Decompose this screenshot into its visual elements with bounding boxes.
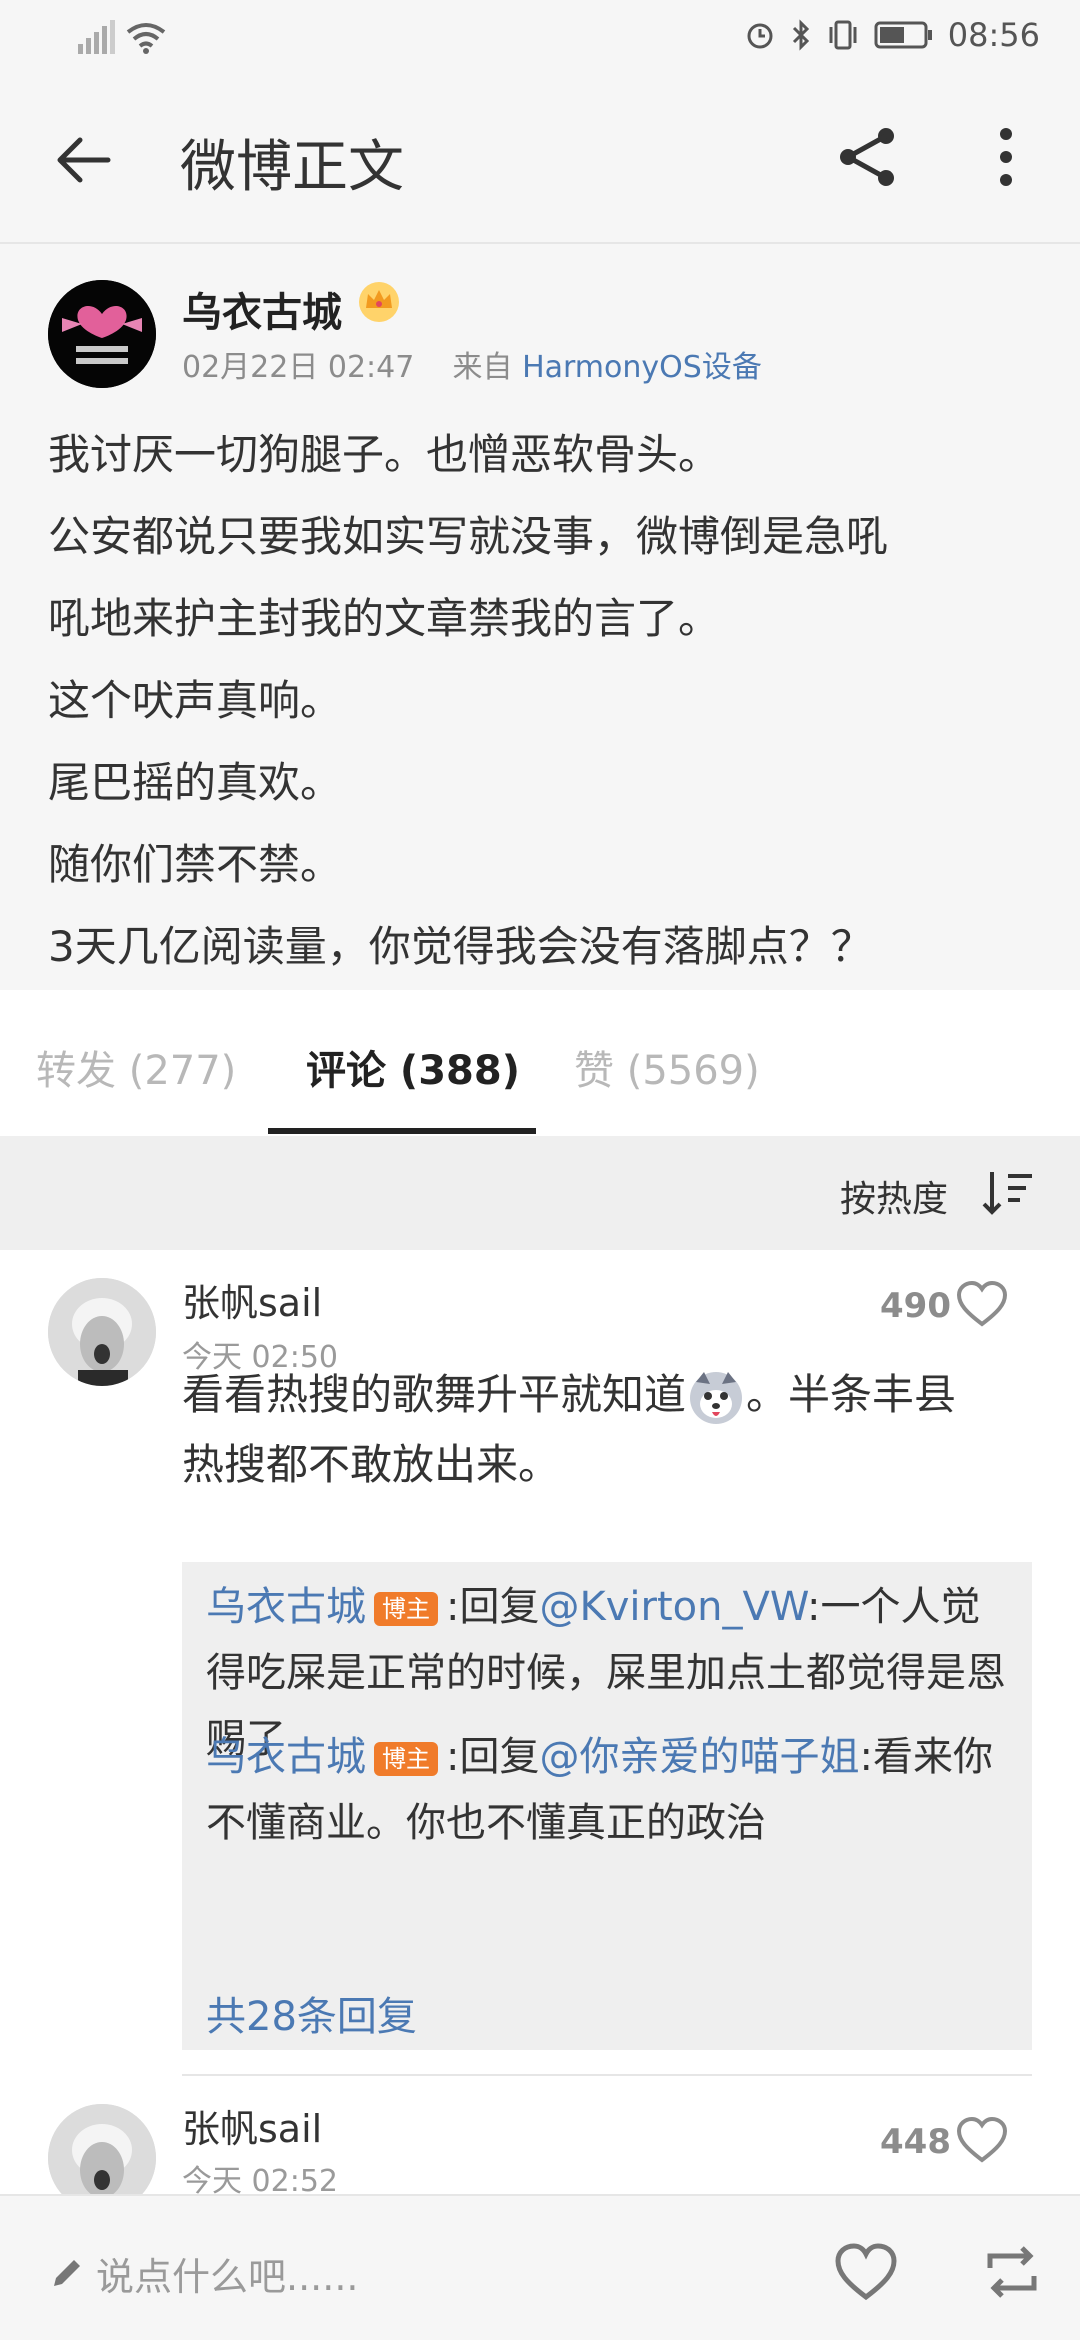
author-name[interactable]: 乌衣古城 bbox=[182, 280, 342, 338]
post-line: 3天几亿阅读量，你觉得我会没有落脚点？？ bbox=[48, 922, 873, 971]
repost-icon[interactable] bbox=[984, 2242, 1040, 2302]
bluetooth-icon bbox=[792, 19, 809, 51]
heart-icon[interactable] bbox=[956, 2116, 1008, 2164]
post-line: 公安都说只要我如实写就没事，微博倒是急吼 bbox=[48, 512, 889, 561]
tab-comments[interactable]: 评论 (388) bbox=[306, 1038, 520, 1096]
reply-author[interactable]: 乌衣古城 bbox=[206, 1584, 366, 1630]
reply-prefix: :回复 bbox=[446, 1584, 540, 1630]
reply-item: 乌衣古城 博主:回复@你亲爱的喵子姐:看来你不懂商业。你也不懂真正的政治 bbox=[206, 1724, 1006, 1856]
comment-input[interactable]: 说点什么吧...... bbox=[96, 2246, 358, 2301]
comment-text-part: 热搜都不敢放出来。 bbox=[182, 1440, 561, 1489]
comment-text-part: 看看热搜的歌舞升平就知道 bbox=[182, 1370, 687, 1419]
post-card: 乌衣古城 02月22日 02:47 来自 HarmonyOS设备 我讨厌一切狗腿… bbox=[0, 244, 1080, 990]
comment-divider bbox=[182, 2074, 1032, 2076]
pencil-icon bbox=[54, 2260, 80, 2286]
sort-bar: 按热度 bbox=[0, 1136, 1080, 1250]
reply-mention[interactable]: @Kvirton_VW bbox=[539, 1584, 807, 1630]
tab-reposts[interactable]: 转发 (277) bbox=[36, 1038, 236, 1096]
app-header: 微博正文 bbox=[0, 76, 1080, 244]
post-date: 02月22日 02:47 bbox=[182, 350, 415, 385]
bottom-action-bar: 说点什么吧...... bbox=[0, 2194, 1080, 2340]
post-line: 我讨厌一切狗腿子。也憎恶软骨头。 bbox=[48, 430, 721, 479]
comment-text: 看看热搜的歌舞升平就知道 。半条丰县 热搜都不敢放出来。 bbox=[182, 1360, 1022, 1500]
post-line: 这个吠声真响。 bbox=[48, 676, 343, 725]
clock: 08:56 bbox=[947, 16, 1040, 54]
post-line: 尾巴摇的真欢。 bbox=[48, 758, 343, 807]
post-body: 我讨厌一切狗腿子。也憎恶软骨头。 公安都说只要我如实写就没事，微博倒是急吼 吼地… bbox=[48, 414, 1048, 988]
post-tabs: 转发 (277) 评论 (388) 赞 (5569) bbox=[0, 990, 1080, 1136]
comment-time: 今天 02:52 bbox=[182, 2164, 338, 2194]
reply-mention[interactable]: @你亲爱的喵子姐 bbox=[539, 1734, 859, 1780]
commenter-avatar[interactable] bbox=[48, 1278, 156, 1386]
comment-text-part: 。半条丰县 bbox=[746, 1370, 957, 1419]
status-left bbox=[76, 20, 166, 56]
commenter-avatar[interactable] bbox=[48, 2104, 156, 2194]
page-title: 微博正文 bbox=[180, 135, 404, 200]
comment-like-count: 448 bbox=[880, 2122, 951, 2162]
view-all-replies-link[interactable]: 共28条回复 bbox=[206, 1984, 417, 2042]
status-right: 08:56 bbox=[744, 16, 1040, 54]
commenter-name[interactable]: 张帆sail bbox=[182, 1272, 322, 1327]
comment-list: 张帆sail 今天 02:50 490 看看热搜的歌舞升平就知道 。半条丰县 热… bbox=[0, 1250, 1080, 2194]
tab-likes[interactable]: 赞 (5569) bbox=[574, 1038, 760, 1096]
share-icon[interactable] bbox=[832, 122, 902, 192]
commenter-name[interactable]: 张帆sail bbox=[182, 2098, 322, 2153]
vibrate-icon bbox=[829, 20, 857, 50]
commenter-avatar-image bbox=[48, 2104, 156, 2194]
sort-by-hot-button[interactable]: 按热度 bbox=[840, 1170, 948, 1222]
reply-prefix: :回复 bbox=[446, 1734, 540, 1780]
post-source[interactable]: HarmonyOS设备 bbox=[522, 350, 762, 385]
post-meta: 02月22日 02:47 来自 HarmonyOS设备 bbox=[182, 342, 762, 386]
comment-like-count: 490 bbox=[880, 1286, 951, 1326]
back-arrow-icon[interactable] bbox=[52, 128, 116, 192]
commenter-avatar-image bbox=[48, 1278, 156, 1386]
author-avatar[interactable] bbox=[48, 280, 156, 388]
heart-icon[interactable] bbox=[956, 1280, 1008, 1328]
husky-emoji-icon bbox=[690, 1371, 743, 1424]
post-line: 吼地来护主封我的文章禁我的言了。 bbox=[48, 594, 721, 643]
author-badge: 博主 bbox=[374, 1742, 438, 1776]
wifi-icon bbox=[126, 23, 166, 54]
signal-icon bbox=[78, 20, 115, 54]
reply-author[interactable]: 乌衣古城 bbox=[206, 1734, 366, 1780]
alarm-icon bbox=[747, 23, 773, 49]
more-options-icon[interactable] bbox=[986, 122, 1026, 192]
active-tab-indicator bbox=[268, 1128, 536, 1134]
battery-icon bbox=[874, 21, 932, 49]
status-bar: 08:56 bbox=[0, 0, 1080, 76]
post-line: 随你们禁不禁。 bbox=[48, 840, 343, 889]
vip-crown-icon bbox=[359, 282, 399, 322]
weibo-detail-screen: 08:56 微博正文 乌衣古城 02月22日 02:47 来自 HarmonyO… bbox=[0, 0, 1080, 2340]
author-badge: 博主 bbox=[374, 1592, 438, 1626]
sort-icon[interactable] bbox=[982, 1168, 1034, 1216]
reply-preview-box[interactable]: 乌衣古城 博主:回复@Kvirton_VW:一个人觉得吃屎是正常的时候，屎里加点土… bbox=[182, 1562, 1032, 2050]
like-post-icon[interactable] bbox=[834, 2242, 898, 2302]
author-avatar-image bbox=[48, 280, 156, 388]
post-source-prefix: 来自 bbox=[452, 350, 513, 385]
